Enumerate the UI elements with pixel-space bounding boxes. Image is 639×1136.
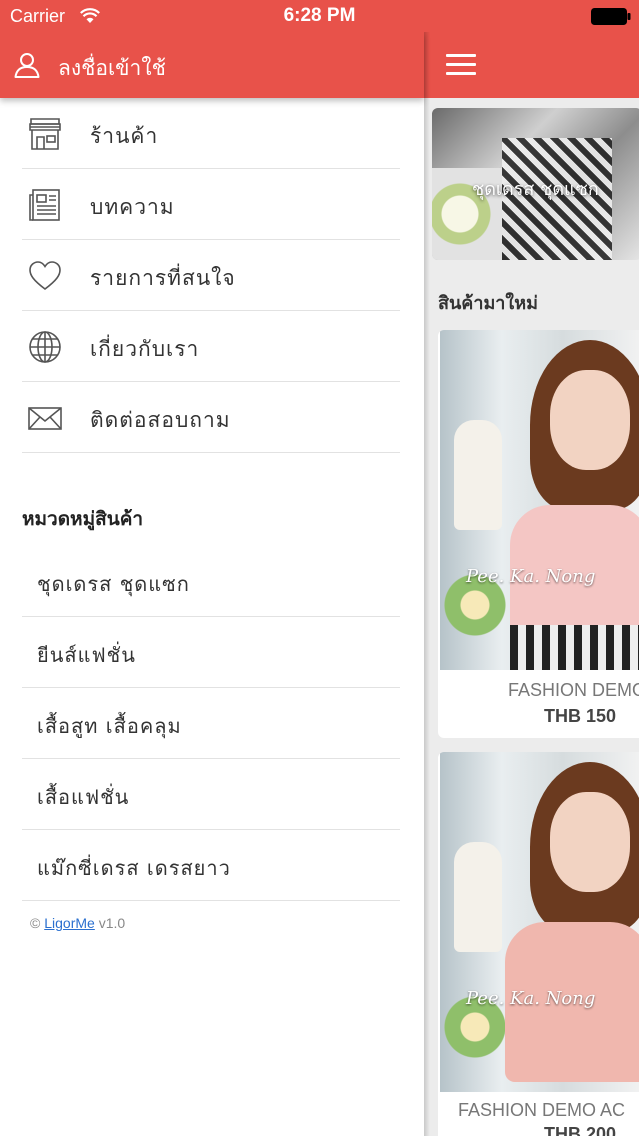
menu-item-about[interactable]: เกี่ยวกับเรา xyxy=(22,311,400,382)
version-label: v1.0 xyxy=(98,915,126,931)
product-image[interactable]: Pee. Ka. Nong xyxy=(440,330,639,670)
category-item[interactable]: เสื้อสูท เสื้อคลุม xyxy=(22,688,400,759)
main-content: ชุดเดรส ชุดแซก สินค้ามาใหม่ Pee. Ka. Non… xyxy=(424,0,639,1136)
category-list: ชุดเดรส ชุดแซก ยีนส์แฟชั่น เสื้อสูท เสื้… xyxy=(22,546,400,901)
banner-label: ชุดเดรส ชุดแซก xyxy=(472,179,599,200)
product-card[interactable]: Pee. Ka. Nong FASHION DEMO THB 150 xyxy=(438,330,639,738)
category-item[interactable]: เสื้อแฟชั่น xyxy=(22,759,400,830)
menu-label: เกี่ยวกับเรา xyxy=(90,337,200,361)
newspaper-icon xyxy=(29,189,60,221)
menu-label: รายการที่สนใจ xyxy=(90,266,236,290)
drawer-shadow xyxy=(424,0,430,1136)
footer: © LigorMe v1.0 xyxy=(30,915,125,931)
category-label: ยีนส์แฟชั่น xyxy=(37,643,136,667)
menu-item-articles[interactable]: บทความ xyxy=(22,169,400,240)
product-image[interactable]: Pee. Ka. Nong xyxy=(440,752,639,1092)
category-item[interactable]: แม๊กซี่เดรส เดรสยาว xyxy=(22,830,400,901)
product-name: FASHION DEMO xyxy=(508,680,639,700)
category-item[interactable]: ยีนส์แฟชั่น xyxy=(22,617,400,688)
category-label: เสื้อสูท เสื้อคลุม xyxy=(37,714,182,738)
menu-label: บทความ xyxy=(90,195,175,219)
hamburger-icon[interactable] xyxy=(446,54,476,76)
globe-icon xyxy=(29,331,61,363)
envelope-icon xyxy=(28,407,62,430)
product-card[interactable]: Pee. Ka. Nong FASHION DEMO AC THB 200 xyxy=(438,752,639,1136)
menu-label: ติดต่อสอบถาม xyxy=(90,408,231,432)
product-price: THB 150 xyxy=(544,706,617,726)
clock: 6:28 PM xyxy=(283,5,356,26)
heart-icon xyxy=(29,261,61,291)
login-label[interactable]: ลงชื่อเข้าใช้ xyxy=(58,52,166,85)
categories-title: หมวดหมู่สินค้า xyxy=(22,508,144,530)
category-label: แม๊กซี่เดรส เดรสยาว xyxy=(37,856,231,880)
product-name: FASHION DEMO AC xyxy=(458,1100,626,1120)
copyright-symbol: © xyxy=(30,915,41,931)
store-icon xyxy=(29,118,61,150)
battery-icon xyxy=(591,8,631,25)
category-banner[interactable]: ชุดเดรส ชุดแซก xyxy=(432,108,639,260)
navigation-drawer: ลงชื่อเข้าใช้ ร้านค้า บทความ รายการที่สน… xyxy=(0,0,424,1136)
menu-item-wishlist[interactable]: รายการที่สนใจ xyxy=(22,240,400,311)
section-title-new-products: สินค้ามาใหม่ xyxy=(438,293,538,314)
category-label: ชุดเดรส ชุดแซก xyxy=(37,572,190,596)
product-price: THB 200 xyxy=(544,1124,617,1136)
image-watermark: Pee. Ka. Nong xyxy=(466,988,596,1009)
menu-item-contact[interactable]: ติดต่อสอบถาม xyxy=(22,382,400,453)
drawer-header[interactable]: ลงชื่อเข้าใช้ xyxy=(0,32,424,98)
image-watermark: Pee. Ka. Nong xyxy=(466,566,596,587)
category-item[interactable]: ชุดเดรส ชุดแซก xyxy=(22,546,400,617)
user-icon xyxy=(14,53,40,78)
status-bar: Carrier 6:28 PM xyxy=(0,0,639,32)
brand-link[interactable]: LigorMe xyxy=(44,915,95,931)
drawer-menu: ร้านค้า บทความ รายการที่สนใจ เกี่ยวกับเร… xyxy=(0,98,424,453)
category-label: เสื้อแฟชั่น xyxy=(37,785,130,809)
menu-item-store[interactable]: ร้านค้า xyxy=(22,98,400,169)
main-header xyxy=(424,32,639,98)
menu-label: ร้านค้า xyxy=(90,124,159,148)
